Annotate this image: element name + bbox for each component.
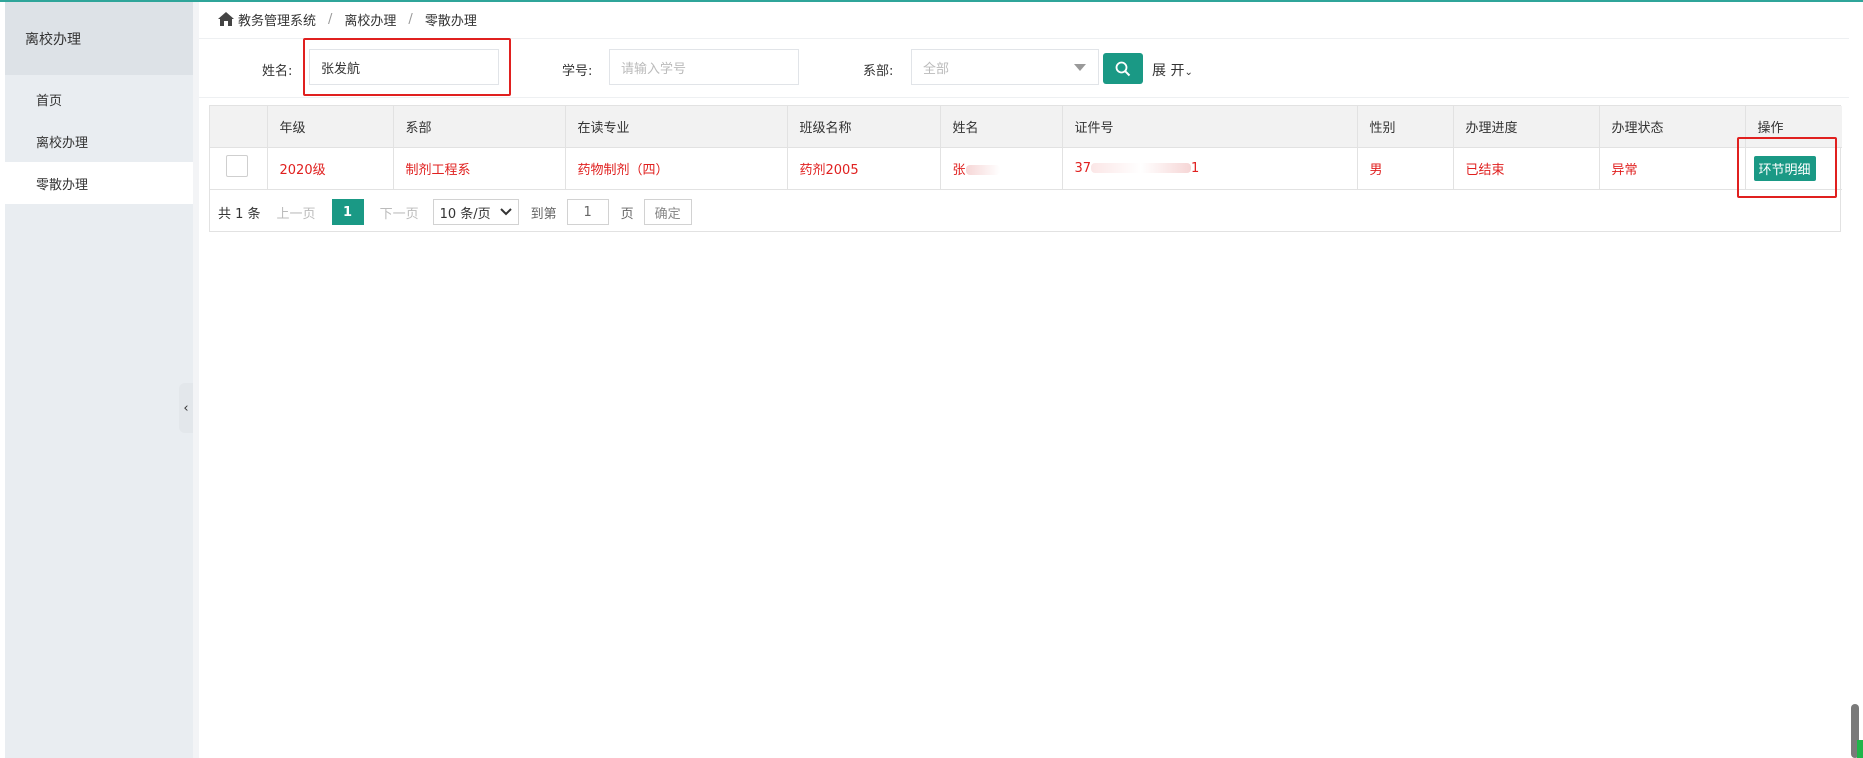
search-button[interactable] bbox=[1103, 53, 1143, 84]
student-name: 张 bbox=[952, 162, 966, 178]
column-header-grade: 年级 bbox=[267, 106, 394, 148]
next-page-button[interactable]: 下一页 bbox=[380, 203, 419, 222]
sidebar-item-departure[interactable]: 离校办理 bbox=[5, 120, 193, 162]
top-accent-line bbox=[0, 0, 1863, 2]
cell-progress: 已结束 bbox=[1453, 147, 1600, 190]
pagination: 共 1 条 上一页 1 下一页 10 条/页 到第 1 页 确定 bbox=[218, 199, 692, 225]
column-header-select bbox=[210, 106, 268, 148]
breadcrumb-item-current: 零散办理 bbox=[424, 13, 477, 29]
prev-page-button[interactable]: 上一页 bbox=[277, 203, 316, 222]
page-unit-label: 页 bbox=[620, 206, 634, 222]
department-label: 系部: bbox=[863, 64, 894, 79]
chevron-down-icon: ⌄ bbox=[1184, 67, 1193, 78]
divider bbox=[199, 97, 1849, 98]
breadcrumb: 教务管理系统 / 离校办理 / 零散办理 bbox=[218, 9, 477, 29]
home-icon[interactable] bbox=[218, 12, 234, 26]
blurred-redaction bbox=[965, 165, 1000, 175]
column-header-status: 办理状态 bbox=[1599, 106, 1746, 148]
department-select[interactable]: 全部 bbox=[911, 49, 1099, 85]
column-header-progress: 办理进度 bbox=[1453, 106, 1600, 148]
column-header-name: 姓名 bbox=[940, 106, 1063, 148]
goto-page-input[interactable]: 1 bbox=[566, 199, 609, 225]
cell-department: 制剂工程系 bbox=[393, 147, 566, 190]
column-header-id-number: 证件号 bbox=[1062, 106, 1358, 148]
caret-down-icon bbox=[1074, 64, 1086, 71]
breadcrumb-separator: / bbox=[328, 11, 333, 27]
breadcrumb-separator: / bbox=[408, 11, 413, 27]
chevron-down-icon bbox=[499, 208, 512, 216]
page-size-value: 10 条/页 bbox=[439, 206, 491, 222]
id-number-suffix: 1 bbox=[1191, 160, 1200, 176]
cell-class: 药剂2005 bbox=[787, 147, 941, 190]
page-size-select[interactable]: 10 条/页 bbox=[432, 199, 519, 225]
total-count: 共 1 条 bbox=[218, 206, 261, 222]
sidebar-item-home[interactable]: 首页 bbox=[5, 78, 193, 120]
student-id-input[interactable]: 请输入学号 bbox=[609, 49, 799, 85]
cell-grade: 2020级 bbox=[267, 147, 394, 190]
sidebar: 离校办理 首页 离校办理 零散办理 bbox=[5, 2, 193, 758]
id-number-prefix: 37 bbox=[1074, 160, 1092, 176]
sidebar-header: 离校办理 bbox=[5, 2, 193, 75]
highlight-box bbox=[303, 38, 511, 96]
sidebar-item-scattered[interactable]: 零散办理 bbox=[5, 162, 193, 204]
cell-status: 异常 bbox=[1599, 147, 1746, 190]
expand-label: 展 开 bbox=[1152, 63, 1185, 79]
chevron-left-icon[interactable]: ‹ bbox=[179, 383, 193, 433]
goto-label: 到第 bbox=[530, 206, 557, 222]
highlight-box bbox=[1737, 137, 1837, 198]
table-header-row: 年级 系部 在读专业 班级名称 姓名 证件号 性别 办理进度 办理状态 操作 bbox=[210, 106, 1842, 148]
content-divider bbox=[193, 2, 199, 758]
table-row: 2020级 制剂工程系 药物制剂（四） 药剂2005 张 37 1 男 已结束 异… bbox=[210, 147, 1842, 190]
cell-major: 药物制剂（四） bbox=[565, 147, 788, 190]
column-header-gender: 性别 bbox=[1357, 106, 1454, 148]
search-icon bbox=[1115, 61, 1131, 76]
page-number-current[interactable]: 1 bbox=[331, 199, 364, 225]
blurred-redaction bbox=[1091, 163, 1192, 173]
student-id-label: 学号: bbox=[562, 64, 593, 79]
row-checkbox-cell bbox=[210, 147, 268, 190]
column-header-class: 班级名称 bbox=[787, 106, 941, 148]
name-label: 姓名: bbox=[262, 64, 293, 79]
column-header-department: 系部 bbox=[393, 106, 566, 148]
breadcrumb-item-system[interactable]: 教务管理系统 bbox=[238, 10, 316, 29]
expand-toggle[interactable]: 展 开⌄ bbox=[1152, 60, 1193, 80]
goto-confirm-button[interactable]: 确定 bbox=[643, 199, 692, 225]
breadcrumb-item-departure[interactable]: 离校办理 bbox=[344, 10, 396, 29]
scroll-indicator bbox=[1857, 740, 1863, 758]
cell-gender: 男 bbox=[1357, 147, 1454, 190]
row-checkbox[interactable] bbox=[226, 155, 248, 177]
cell-id-number: 37 1 bbox=[1062, 147, 1358, 190]
cell-name: 张 bbox=[940, 147, 1063, 190]
column-header-major: 在读专业 bbox=[565, 106, 788, 148]
